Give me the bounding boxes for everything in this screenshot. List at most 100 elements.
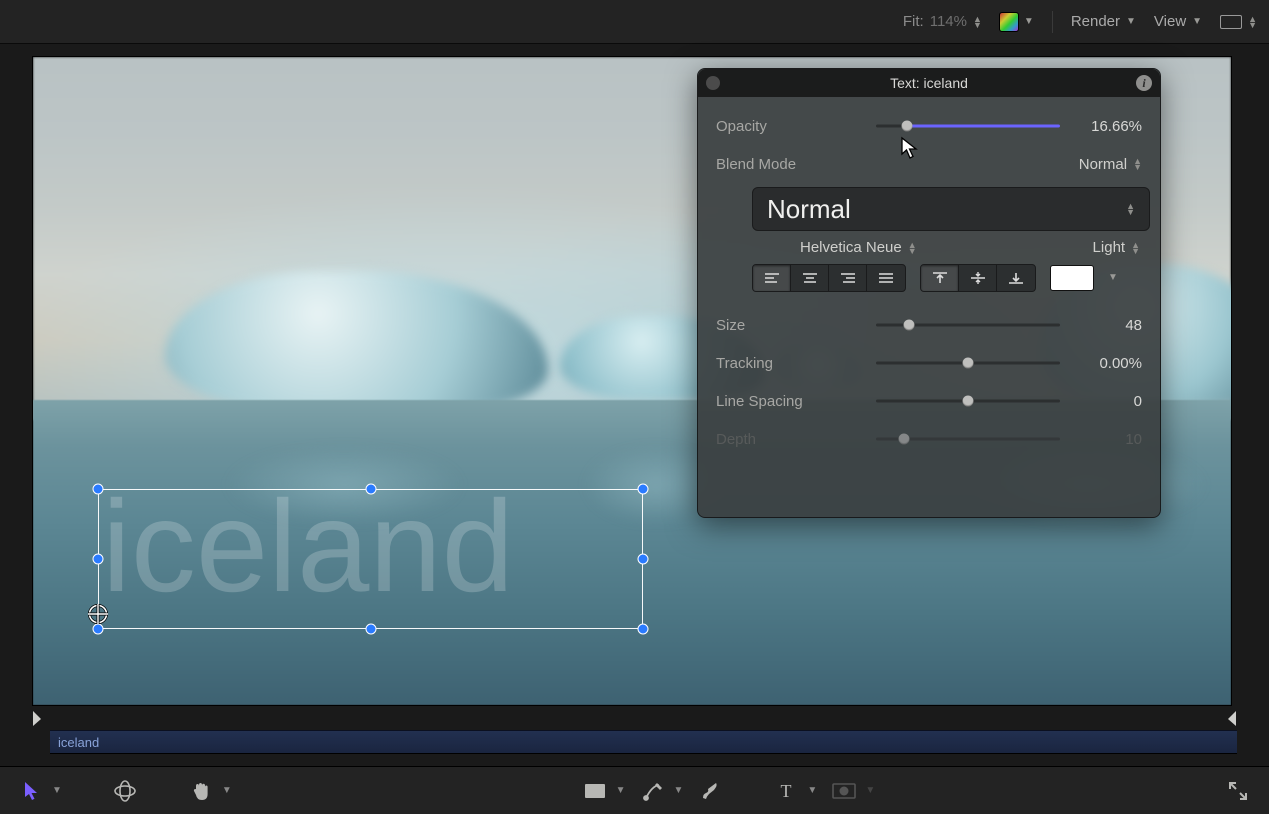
font-value: Helvetica Neue: [800, 239, 902, 256]
render-menu[interactable]: Render ▼: [1071, 13, 1136, 30]
tracking-row: Tracking 0.00%: [716, 344, 1142, 382]
depth-label: Depth: [716, 431, 876, 448]
fit-value: 114%: [930, 13, 967, 30]
resize-handle-br[interactable]: [638, 624, 649, 635]
size-row: Size 48: [716, 306, 1142, 344]
color-channel-menu[interactable]: ▼: [1000, 13, 1034, 31]
mask-tool: [831, 778, 857, 804]
render-label: Render: [1071, 13, 1120, 30]
resize-handle-tr[interactable]: [638, 484, 649, 495]
linespacing-slider[interactable]: [876, 391, 1060, 411]
in-marker-icon[interactable]: [32, 710, 44, 728]
hud-titlebar[interactable]: Text: iceland i: [698, 69, 1160, 97]
chevron-down-icon: ▼: [1126, 19, 1136, 25]
v-align-segment[interactable]: [920, 264, 1036, 292]
font-weight-select[interactable]: Light: [1093, 239, 1140, 256]
pan-tool[interactable]: [188, 778, 214, 804]
svg-text:T: T: [781, 781, 792, 801]
stepper-icon: [908, 242, 917, 254]
blend-row: Blend Mode Normal: [716, 145, 1142, 183]
hud-title: Text: iceland: [890, 75, 968, 91]
clip-name: iceland: [58, 735, 99, 750]
text-color-well[interactable]: [1050, 265, 1094, 291]
resize-handle-mr[interactable]: [638, 554, 649, 565]
resize-handle-tc[interactable]: [365, 484, 376, 495]
align-justify-button[interactable]: [867, 265, 905, 291]
view-menu[interactable]: View ▼: [1154, 13, 1202, 30]
opacity-value[interactable]: 16.66%: [1072, 118, 1142, 135]
depth-row: Depth 10: [716, 420, 1142, 458]
rectangle-tool[interactable]: [582, 778, 608, 804]
select-tool[interactable]: [18, 778, 44, 804]
viewer-toolbar: Fit: 114% ▼ Render ▼ View ▼: [0, 0, 1269, 44]
timeline-clip[interactable]: iceland: [50, 730, 1237, 754]
chevron-down-icon[interactable]: ▼: [674, 785, 684, 796]
blend-label: Blend Mode: [716, 156, 876, 173]
align-right-button[interactable]: [829, 265, 867, 291]
blend-value: Normal: [1079, 156, 1127, 173]
mini-ruler[interactable]: [32, 710, 1237, 730]
tracking-label: Tracking: [716, 355, 876, 372]
view-label: View: [1154, 13, 1186, 30]
chevron-down-icon[interactable]: ▼: [807, 785, 817, 796]
fit-control[interactable]: Fit: 114%: [903, 13, 982, 30]
chevron-down-icon[interactable]: ▼: [222, 785, 232, 796]
text-style-value: Normal: [767, 194, 851, 225]
stepper-icon: [1131, 242, 1140, 254]
aspect-icon: [1220, 15, 1242, 29]
chevron-down-icon[interactable]: ▼: [616, 785, 626, 796]
hud-body: Opacity 16.66% Blend Mode Normal Normal …: [698, 97, 1160, 458]
opacity-row: Opacity 16.66%: [716, 107, 1142, 145]
anchor-point[interactable]: [88, 604, 108, 624]
3d-transform-tool[interactable]: [112, 778, 138, 804]
stepper-icon: [973, 16, 982, 28]
linespacing-row: Line Spacing 0: [716, 382, 1142, 420]
paintstroke-tool[interactable]: [697, 778, 723, 804]
text-object-selection[interactable]: iceland: [98, 489, 643, 629]
resize-handle-ml[interactable]: [93, 554, 104, 565]
text-tool[interactable]: T: [773, 778, 799, 804]
expand-tool[interactable]: [1225, 778, 1251, 804]
size-value[interactable]: 48: [1072, 317, 1142, 334]
out-marker-icon[interactable]: [1225, 710, 1237, 728]
info-icon[interactable]: i: [1136, 75, 1152, 91]
stepper-icon: [1126, 203, 1135, 215]
h-align-segment[interactable]: [752, 264, 906, 292]
depth-value: 10: [1072, 431, 1142, 448]
tracking-value[interactable]: 0.00%: [1072, 355, 1142, 372]
tools-toolbar: ▼ ▼ ▼ ▼ T ▼ ▼: [0, 766, 1269, 814]
resize-handle-bl[interactable]: [93, 624, 104, 635]
stepper-icon: [1133, 158, 1142, 170]
selection-box: [98, 489, 643, 629]
font-family-select[interactable]: Helvetica Neue: [800, 239, 917, 256]
valign-top-button[interactable]: [921, 265, 959, 291]
fit-label: Fit:: [903, 13, 924, 30]
text-hud[interactable]: Text: iceland i Opacity 16.66% Blend Mod…: [697, 68, 1161, 518]
linespacing-value[interactable]: 0: [1072, 393, 1142, 410]
chevron-down-icon[interactable]: ▼: [52, 785, 62, 796]
valign-middle-button[interactable]: [959, 265, 997, 291]
chevron-down-icon[interactable]: ▼: [1108, 275, 1118, 281]
blend-mode-select[interactable]: Normal: [1079, 156, 1142, 173]
size-slider[interactable]: [876, 315, 1060, 335]
chevron-down-icon: ▼: [865, 785, 875, 796]
aspect-menu[interactable]: [1220, 15, 1257, 29]
resize-handle-tl[interactable]: [93, 484, 104, 495]
stepper-icon: [1248, 16, 1257, 28]
valign-bottom-button[interactable]: [997, 265, 1035, 291]
align-center-button[interactable]: [791, 265, 829, 291]
depth-slider: [876, 429, 1060, 449]
separator: [1052, 11, 1053, 33]
pen-tool[interactable]: [640, 778, 666, 804]
opacity-label: Opacity: [716, 118, 876, 135]
resize-handle-bc[interactable]: [365, 624, 376, 635]
chevron-down-icon: ▼: [1192, 19, 1202, 25]
text-style-select[interactable]: Normal: [752, 187, 1150, 231]
weight-value: Light: [1093, 239, 1126, 256]
tracking-slider[interactable]: [876, 353, 1060, 373]
chevron-down-icon: ▼: [1024, 19, 1034, 25]
linespacing-label: Line Spacing: [716, 393, 876, 410]
opacity-slider[interactable]: [876, 116, 1060, 136]
align-left-button[interactable]: [753, 265, 791, 291]
close-button[interactable]: [706, 76, 720, 90]
